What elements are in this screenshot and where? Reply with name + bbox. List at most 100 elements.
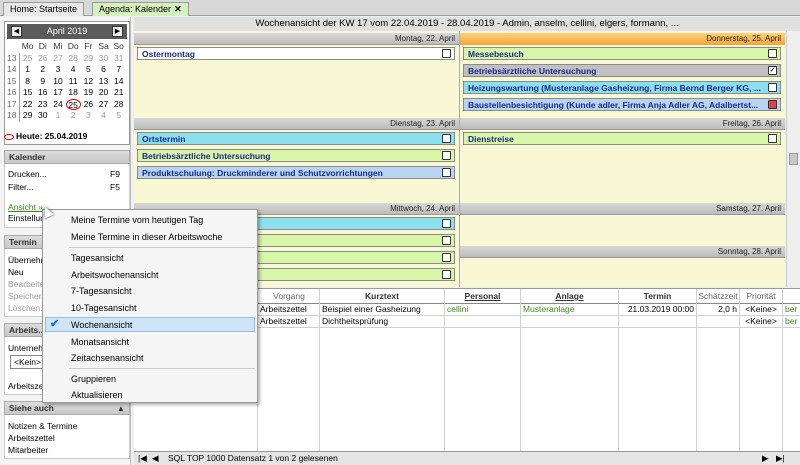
calendar-day[interactable]: 23 (35, 99, 50, 111)
calendar-day[interactable]: 27 (96, 99, 111, 111)
cell-anlage[interactable]: Musteranlage (523, 304, 617, 315)
calendar-day[interactable]: 1 (20, 64, 35, 76)
day-header-tuesday[interactable]: Dienstag, 23. April (134, 118, 459, 130)
menu-item-arbeitswochenansicht[interactable]: Arbeitswochenansicht (71, 270, 159, 280)
calendar-day-today[interactable]: 25 (65, 98, 81, 110)
col-header-personal[interactable]: Personal (445, 291, 520, 302)
prev-record-icon[interactable]: ◀ (152, 452, 159, 465)
close-icon[interactable]: ✕ (174, 4, 182, 14)
tab-agenda[interactable]: Agenda: Kalender ✕ (92, 2, 189, 16)
menu-item-today[interactable]: Meine Termine vom heutigen Tag (71, 215, 203, 225)
tab-home[interactable]: Home: Startseite (3, 2, 85, 16)
kalender-section-header[interactable]: Kalender (4, 150, 130, 164)
first-record-icon[interactable]: |◀ (138, 452, 147, 465)
appointment[interactable]: Dienstreise (463, 132, 781, 145)
calendar-day[interactable]: 3 (50, 64, 65, 76)
siehe-auch-section-header[interactable]: Siehe auch ▴ (4, 401, 130, 415)
cell-kurztext[interactable]: Dichtheitsprüfung (322, 316, 442, 327)
menu-item-10-tagesansicht[interactable]: 10-Tagesansicht (71, 303, 137, 313)
cell-prioritaet[interactable]: <Keine> (742, 304, 780, 315)
calendar-day[interactable]: 20 (96, 87, 111, 99)
day-header-friday[interactable]: Freitag, 26. April (460, 118, 785, 130)
calendar-day[interactable]: 28 (66, 53, 81, 65)
calendar-day[interactable]: 6 (96, 64, 111, 76)
cell-termin[interactable]: 21.03.2019 00:00 (622, 304, 694, 315)
calendar-day[interactable]: 4 (96, 110, 111, 122)
menu-item-zeitachsenansicht[interactable]: Zeitachsenansicht (71, 353, 144, 363)
filter-item[interactable]: Filter... (8, 182, 34, 192)
calendar-day[interactable]: 13 (96, 76, 111, 88)
calendar-day[interactable]: 29 (20, 110, 35, 122)
calendar-day[interactable]: 26 (81, 99, 96, 111)
appointment[interactable]: Ortstermin (137, 132, 455, 145)
calendar-day[interactable]: 7 (111, 64, 126, 76)
calendar-day[interactable]: 10 (50, 76, 65, 88)
calendar-day[interactable]: 19 (81, 87, 96, 99)
calendar-day[interactable]: 1 (50, 110, 65, 122)
calendar-day[interactable]: 9 (35, 76, 50, 88)
scrollbar-thumb[interactable] (789, 153, 798, 165)
cell-extra[interactable]: ber (785, 316, 800, 327)
calendar-day[interactable]: 29 (81, 53, 96, 65)
menu-item-monatsansicht[interactable]: Monatsansicht (71, 337, 129, 347)
calendar-day[interactable]: 3 (81, 110, 96, 122)
cell-kurztext[interactable]: Beispiel einer Gasheizung (322, 304, 442, 315)
calendar-day[interactable]: 17 (50, 87, 65, 99)
col-header-prioritaet[interactable]: Priorität (740, 291, 782, 302)
appointment[interactable]: Betriebsärztliche Untersuchung ✓ (463, 64, 781, 77)
cell-schaetzzeit[interactable]: 2,0 h (699, 304, 737, 315)
termin-neu-item[interactable]: Neu (8, 267, 24, 277)
col-header-vorgang[interactable]: Vorgang (258, 291, 320, 302)
menu-item-wochenansicht[interactable]: Wochenansicht (71, 320, 132, 330)
day-header-sunday[interactable]: Sonntag, 28. April (460, 246, 785, 258)
appointment[interactable]: Betriebsärztliche Untersuchung (137, 149, 455, 162)
calendar-day[interactable]: 12 (81, 76, 96, 88)
menu-item-aktualisieren[interactable]: Aktualisieren (71, 390, 123, 400)
cell-extra[interactable]: ber (785, 304, 800, 315)
cell-vorgang[interactable]: Arbeitszettel (260, 304, 318, 315)
col-header-anlage[interactable]: Anlage (521, 291, 618, 302)
menu-item-7-tagesansicht[interactable]: 7-Tagesansicht (71, 286, 132, 296)
calendar-day[interactable]: 15 (20, 87, 35, 99)
appointment[interactable]: Produktschulung: Druckminderer und Schut… (137, 166, 455, 179)
print-item[interactable]: Drucken... (8, 169, 47, 179)
day-header-saturday[interactable]: Samstag, 27. April (460, 203, 785, 215)
calendar-day[interactable]: 24 (50, 99, 65, 111)
calendar-day[interactable]: 16 (35, 87, 50, 99)
calendar-day[interactable]: 14 (111, 76, 126, 88)
calendar-day[interactable]: 30 (35, 110, 50, 122)
siehe-notizen-link[interactable]: Notizen & Termine (8, 421, 77, 431)
more-icon[interactable] (768, 100, 777, 109)
cell-vorgang[interactable]: Arbeitszettel (260, 316, 318, 327)
calendar-day[interactable]: 2 (66, 110, 81, 122)
next-record-icon[interactable]: ▶ (762, 452, 769, 465)
calendar-day[interactable]: 22 (20, 99, 35, 111)
menu-item-workweek[interactable]: Meine Termine in dieser Arbeitswoche (71, 232, 222, 242)
calendar-day[interactable]: 11 (66, 76, 81, 88)
siehe-arbeitszettel-link[interactable]: Arbeitszettel (8, 433, 55, 443)
calendar-day[interactable]: 18 (66, 87, 81, 99)
cell-personal[interactable]: cellini (447, 304, 517, 315)
appointment[interactable]: Messebesuch (463, 47, 781, 60)
appointment[interactable]: Heizungswartung (Musteranlage Gasheizung… (463, 81, 781, 94)
calendar-day[interactable]: 2 (35, 64, 50, 76)
more-icon[interactable] (442, 270, 451, 279)
calendar-day[interactable]: 8 (20, 76, 35, 88)
prev-month-icon[interactable]: ◀ (11, 26, 22, 37)
calendar-day[interactable]: 27 (50, 53, 65, 65)
last-record-icon[interactable]: ▶| (776, 452, 785, 465)
col-header-schaetzzeit[interactable]: Schätzzeit (697, 291, 739, 302)
col-header-kurztext[interactable]: Kurztext (320, 291, 444, 302)
appointment[interactable]: Ostermontag (137, 47, 455, 60)
menu-item-tagesansicht[interactable]: Tagesansicht (71, 253, 124, 263)
today-link[interactable]: Heute: 25.04.2019 (4, 131, 87, 141)
ansicht-item[interactable]: Ansicht » (8, 202, 43, 212)
cell-prioritaet[interactable]: <Keine> (742, 316, 780, 327)
appointment[interactable]: Baustellenbesichtigung (Kunde adler, Fir… (463, 98, 781, 111)
collapse-icon[interactable]: ▴ (119, 402, 123, 414)
week-view-scrollbar[interactable] (786, 31, 800, 287)
day-header-monday[interactable]: Montag, 22. April (134, 33, 459, 45)
calendar-day[interactable]: 31 (111, 53, 126, 65)
calendar-day[interactable]: 5 (111, 110, 126, 122)
calendar-day[interactable]: 4 (66, 64, 81, 76)
